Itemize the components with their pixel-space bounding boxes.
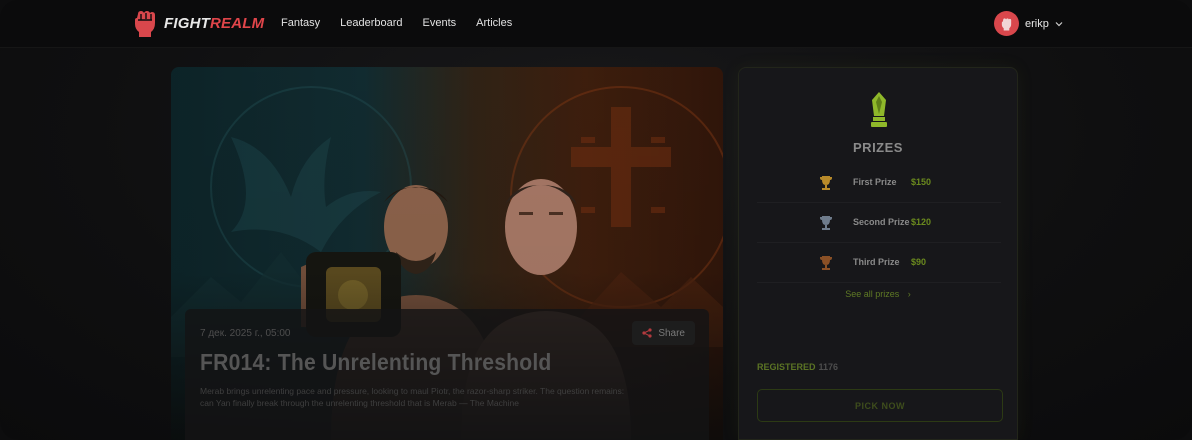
prize-value: $120 [911, 217, 932, 227]
registered-label: REGISTERED [757, 362, 816, 372]
silver-cup-icon [820, 216, 832, 230]
prize-value: $150 [911, 177, 932, 187]
user-menu[interactable]: erikp [994, 11, 1063, 36]
event-title: FR014: The Unrelenting Threshold [200, 349, 552, 375]
prize-name: First Prize [853, 177, 897, 187]
logo[interactable]: FIGHTREALM [131, 8, 264, 38]
top-nav: FIGHTREALM Fantasy Leaderboard Events Ar… [0, 0, 1192, 48]
username: erikp [1025, 17, 1049, 30]
pick-now-button[interactable]: PICK NOW [757, 389, 1003, 422]
nav-link-fantasy[interactable]: Fantasy [281, 17, 320, 29]
prize-value: $90 [911, 257, 927, 267]
chevron-right-icon: › [907, 289, 911, 299]
nav-link-events[interactable]: Events [423, 17, 457, 29]
event-info-card: 7 дек. 2025 г., 05:00 Share FR014: The U… [185, 309, 709, 440]
event-description: Merab brings unrelenting pace and pressu… [200, 386, 625, 408]
prizes-title: PRIZES [853, 140, 903, 155]
see-all-prizes-link[interactable]: See all prizes › [739, 289, 1017, 299]
logo-text-fight: FIGHT [164, 14, 210, 32]
logo-text-realm: REALM [210, 14, 265, 32]
registered-count: REGISTERED 1176 [757, 362, 838, 372]
gold-cup-icon [820, 176, 832, 190]
trophy-icon [871, 92, 887, 127]
prizes-card: PRIZES First Prize $150 Second Prize $12… [738, 67, 1018, 440]
event-date: 7 дек. 2025 г., 05:00 [200, 328, 291, 339]
share-icon [642, 328, 652, 338]
prize-name: Third Prize [853, 257, 900, 267]
logo-text: FIGHTREALM [164, 15, 264, 32]
app-frame: FIGHTREALM Fantasy Leaderboard Events Ar… [0, 0, 1192, 440]
prize-row-second: Second Prize $120 [757, 203, 1001, 243]
chevron-down-icon [1055, 21, 1063, 26]
prize-row-third: Third Prize $90 [757, 243, 1001, 283]
fist-icon [131, 8, 159, 38]
avatar [994, 11, 1019, 36]
fist-avatar-icon [1001, 17, 1012, 31]
share-label: Share [658, 327, 685, 339]
prize-name: Second Prize [853, 217, 910, 227]
nav-links: Fantasy Leaderboard Events Articles [281, 17, 532, 29]
share-button[interactable]: Share [632, 321, 695, 345]
nav-link-articles[interactable]: Articles [476, 17, 512, 29]
nav-link-leaderboard[interactable]: Leaderboard [340, 17, 402, 29]
bronze-cup-icon [820, 256, 832, 270]
registered-number: 1176 [818, 362, 839, 372]
see-all-label: See all prizes [845, 289, 900, 299]
prize-row-first: First Prize $150 [757, 163, 1001, 203]
